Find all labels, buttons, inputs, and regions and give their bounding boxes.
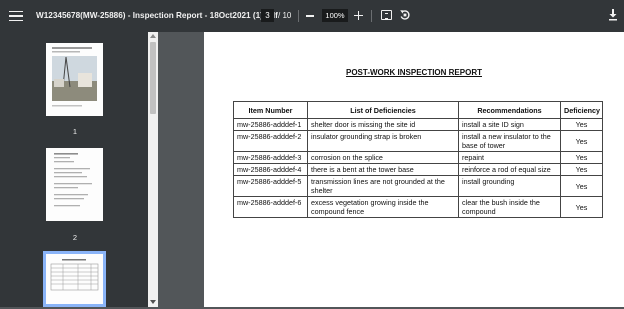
deficiency-flag-cell: Yes	[560, 151, 603, 164]
table-row: mw-25886-adddef-3 corrosion on the splic…	[233, 151, 603, 164]
deficiency-cell: excess vegetation growing inside the com…	[307, 196, 459, 218]
deficiency-flag-cell: Yes	[560, 196, 603, 218]
table-row: mw-25886-adddef-2 insulator grounding st…	[233, 130, 603, 152]
item-number-cell: mw-25886-adddef-2	[233, 130, 308, 152]
recommendation-cell: clear the bush inside the compound	[458, 196, 561, 218]
recommendation-cell: repaint	[458, 151, 561, 164]
page-number-input[interactable]: 3	[261, 9, 274, 22]
thumbnail-image	[46, 43, 103, 116]
deficiency-cell: shelter door is missing the site id	[307, 118, 459, 131]
table-row: mw-25886-adddef-1 shelter door is missin…	[233, 118, 603, 131]
rotate-icon[interactable]	[399, 9, 411, 21]
page-thumbnail-2[interactable]	[46, 148, 103, 221]
download-icon[interactable]	[608, 9, 618, 21]
column-header: List of Deficiencies	[307, 101, 459, 119]
item-number-cell: mw-25886-adddef-6	[233, 196, 308, 218]
table-row: mw-25886-adddef-5 transmission lines are…	[233, 175, 603, 197]
document-title: W12345678(MW-25886) - Inspection Report …	[36, 11, 278, 20]
recommendation-cell: reinforce a rod of equal size	[458, 163, 561, 176]
page-thumbnail-3-selected[interactable]	[43, 251, 106, 307]
thumbnail-label: 2	[72, 233, 78, 242]
table-row: mw-25886-adddef-4 there is a bent at the…	[233, 163, 603, 176]
pdf-toolbar: W12345678(MW-25886) - Inspection Report …	[0, 0, 624, 32]
zoom-out-icon[interactable]	[306, 15, 314, 17]
column-header: Deficiency	[560, 101, 603, 119]
pdf-page: POST-WORK INSPECTION REPORT Item Number …	[204, 32, 624, 307]
item-number-cell: mw-25886-adddef-1	[233, 118, 308, 131]
deficiency-cell: transmission lines are not grounded at t…	[307, 175, 459, 197]
zoom-in-icon[interactable]	[354, 11, 363, 20]
scroll-down-arrow-icon[interactable]	[150, 300, 156, 304]
scroll-up-arrow-icon[interactable]	[150, 34, 156, 38]
zoom-level-input[interactable]: 100%	[322, 9, 348, 22]
page-thumbnail-1[interactable]	[46, 43, 103, 116]
recommendation-cell: install a site ID sign	[458, 118, 561, 131]
column-header: Item Number	[233, 101, 308, 119]
recommendation-cell: install a new insulator to the base of t…	[458, 130, 561, 152]
table-header-row: Item Number List of Deficiencies Recomme…	[233, 101, 603, 119]
deficiency-cell: insulator grounding strap is broken	[307, 130, 459, 152]
deficiency-cell: corrosion on the splice	[307, 151, 459, 164]
table-row: mw-25886-adddef-6 excess vegetation grow…	[233, 196, 603, 218]
recommendation-cell: install grounding	[458, 175, 561, 197]
deficiency-flag-cell: Yes	[560, 163, 603, 176]
thumbnail-label: 1	[72, 127, 78, 136]
thumbnail-image	[46, 148, 103, 221]
deficiency-cell: there is a bent at the tower base	[307, 163, 459, 176]
sidebar-scrollbar[interactable]	[148, 32, 158, 307]
deficiency-flag-cell: Yes	[560, 118, 603, 131]
toolbar-divider	[298, 10, 299, 22]
report-heading: POST-WORK INSPECTION REPORT	[345, 68, 482, 77]
fit-to-page-icon[interactable]	[381, 10, 392, 20]
deficiency-table: Item Number List of Deficiencies Recomme…	[233, 101, 603, 218]
deficiency-flag-cell: Yes	[560, 175, 603, 197]
item-number-cell: mw-25886-adddef-4	[233, 163, 308, 176]
menu-icon[interactable]	[9, 9, 23, 23]
deficiency-flag-cell: Yes	[560, 130, 603, 152]
page-total: / 10	[278, 11, 292, 20]
scrollbar-thumb[interactable]	[150, 42, 156, 114]
toolbar-divider	[371, 10, 372, 22]
column-header: Recommendations	[458, 101, 561, 119]
item-number-cell: mw-25886-adddef-5	[233, 175, 308, 197]
thumbnail-image	[46, 254, 103, 304]
item-number-cell: mw-25886-adddef-3	[233, 151, 308, 164]
